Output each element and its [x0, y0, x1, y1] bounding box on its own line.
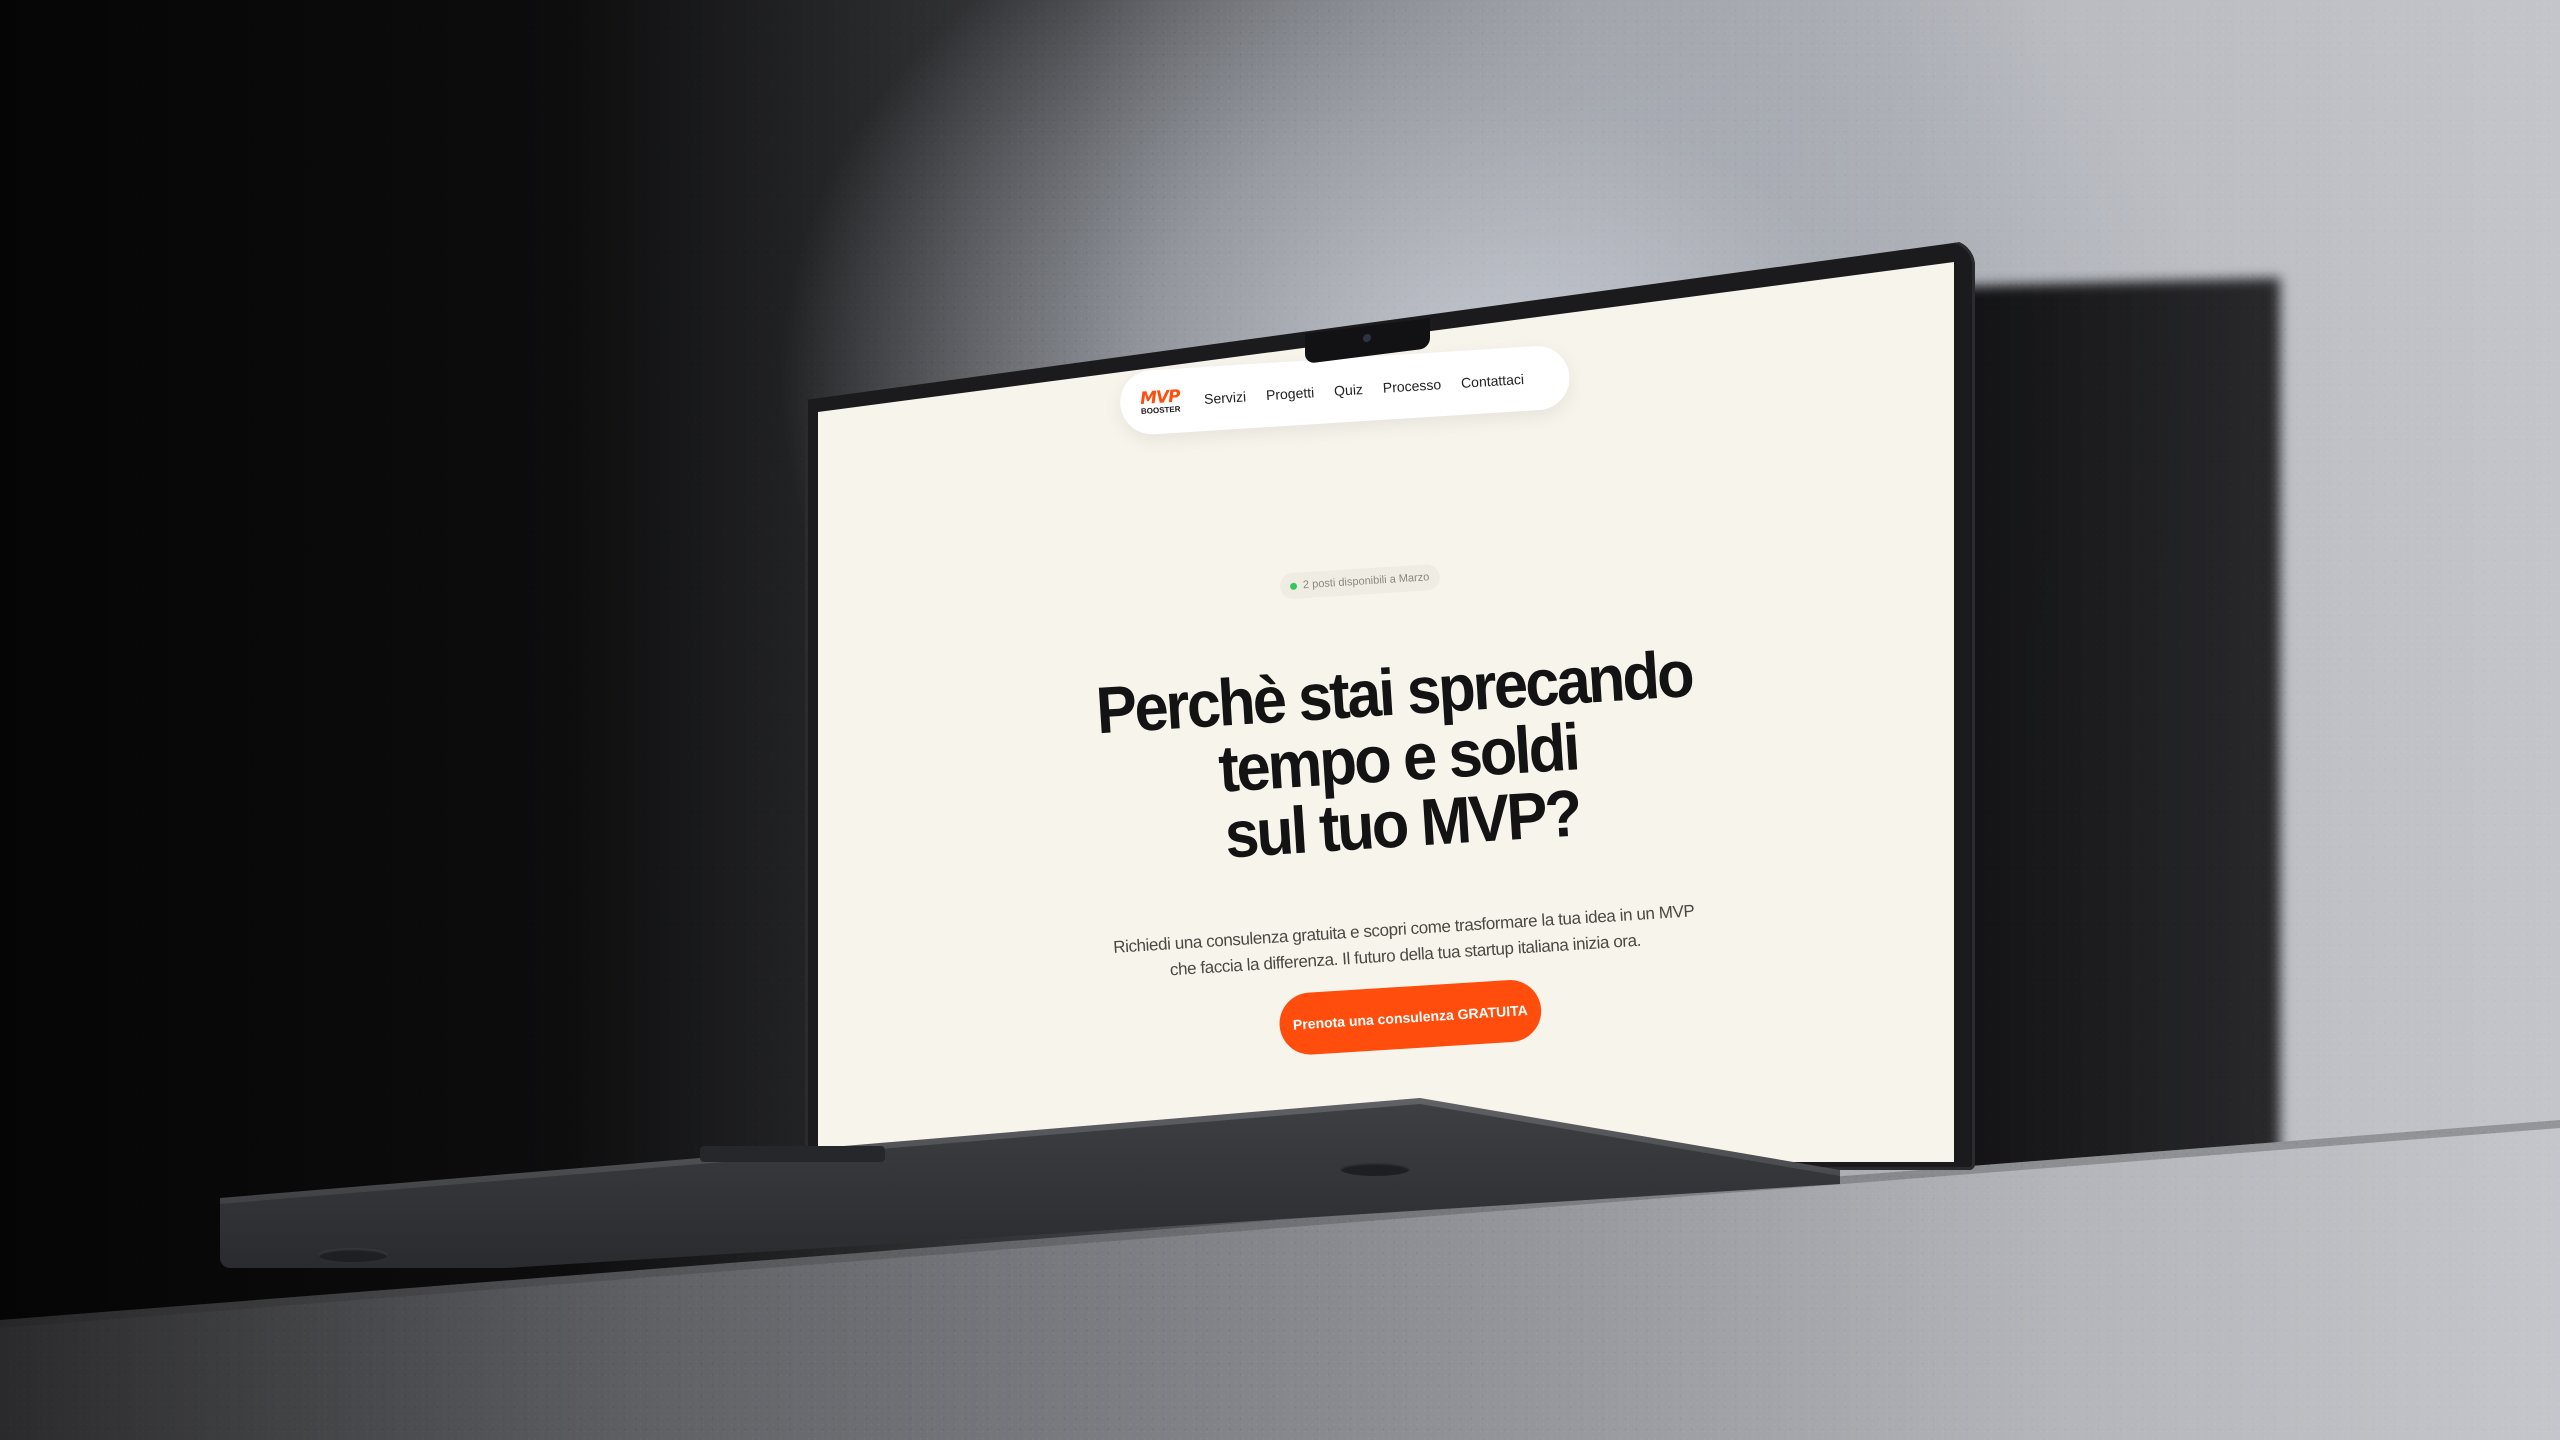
nav-link-progetti[interactable]: Progetti	[1266, 384, 1315, 403]
website: MVP BOOSTER Servizi Progetti Quiz Proces…	[1009, 338, 1772, 1082]
laptop-foot	[1340, 1162, 1410, 1176]
book-consultation-button[interactable]: Prenota una consulenza GRATUITA	[1277, 978, 1544, 1057]
nav-link-quiz[interactable]: Quiz	[1334, 381, 1364, 399]
nav-link-processo[interactable]: Processo	[1382, 376, 1441, 396]
availability-text: 2 posti disponibili a Marzo	[1302, 571, 1430, 592]
hero-headline: Perchè stai sprecando tempo e soldi sul …	[1090, 636, 1706, 876]
logo[interactable]: MVP BOOSTER	[1135, 386, 1184, 416]
camera-icon	[1363, 333, 1371, 343]
availability-badge: 2 posti disponibili a Marzo	[1279, 563, 1441, 600]
nav-link-contattaci[interactable]: Contattaci	[1461, 371, 1525, 391]
mockup-scene: MVP BOOSTER Servizi Progetti Quiz Proces…	[0, 0, 2560, 1440]
hero-subheadline: Richiedi una consulenza gratuita e scopr…	[1094, 897, 1716, 988]
laptop-hinge	[700, 1146, 885, 1162]
logo-subtitle: BOOSTER	[1140, 404, 1181, 416]
laptop-foot	[318, 1248, 388, 1262]
nav-link-servizi[interactable]: Servizi	[1204, 388, 1247, 407]
status-dot-icon	[1289, 582, 1298, 590]
